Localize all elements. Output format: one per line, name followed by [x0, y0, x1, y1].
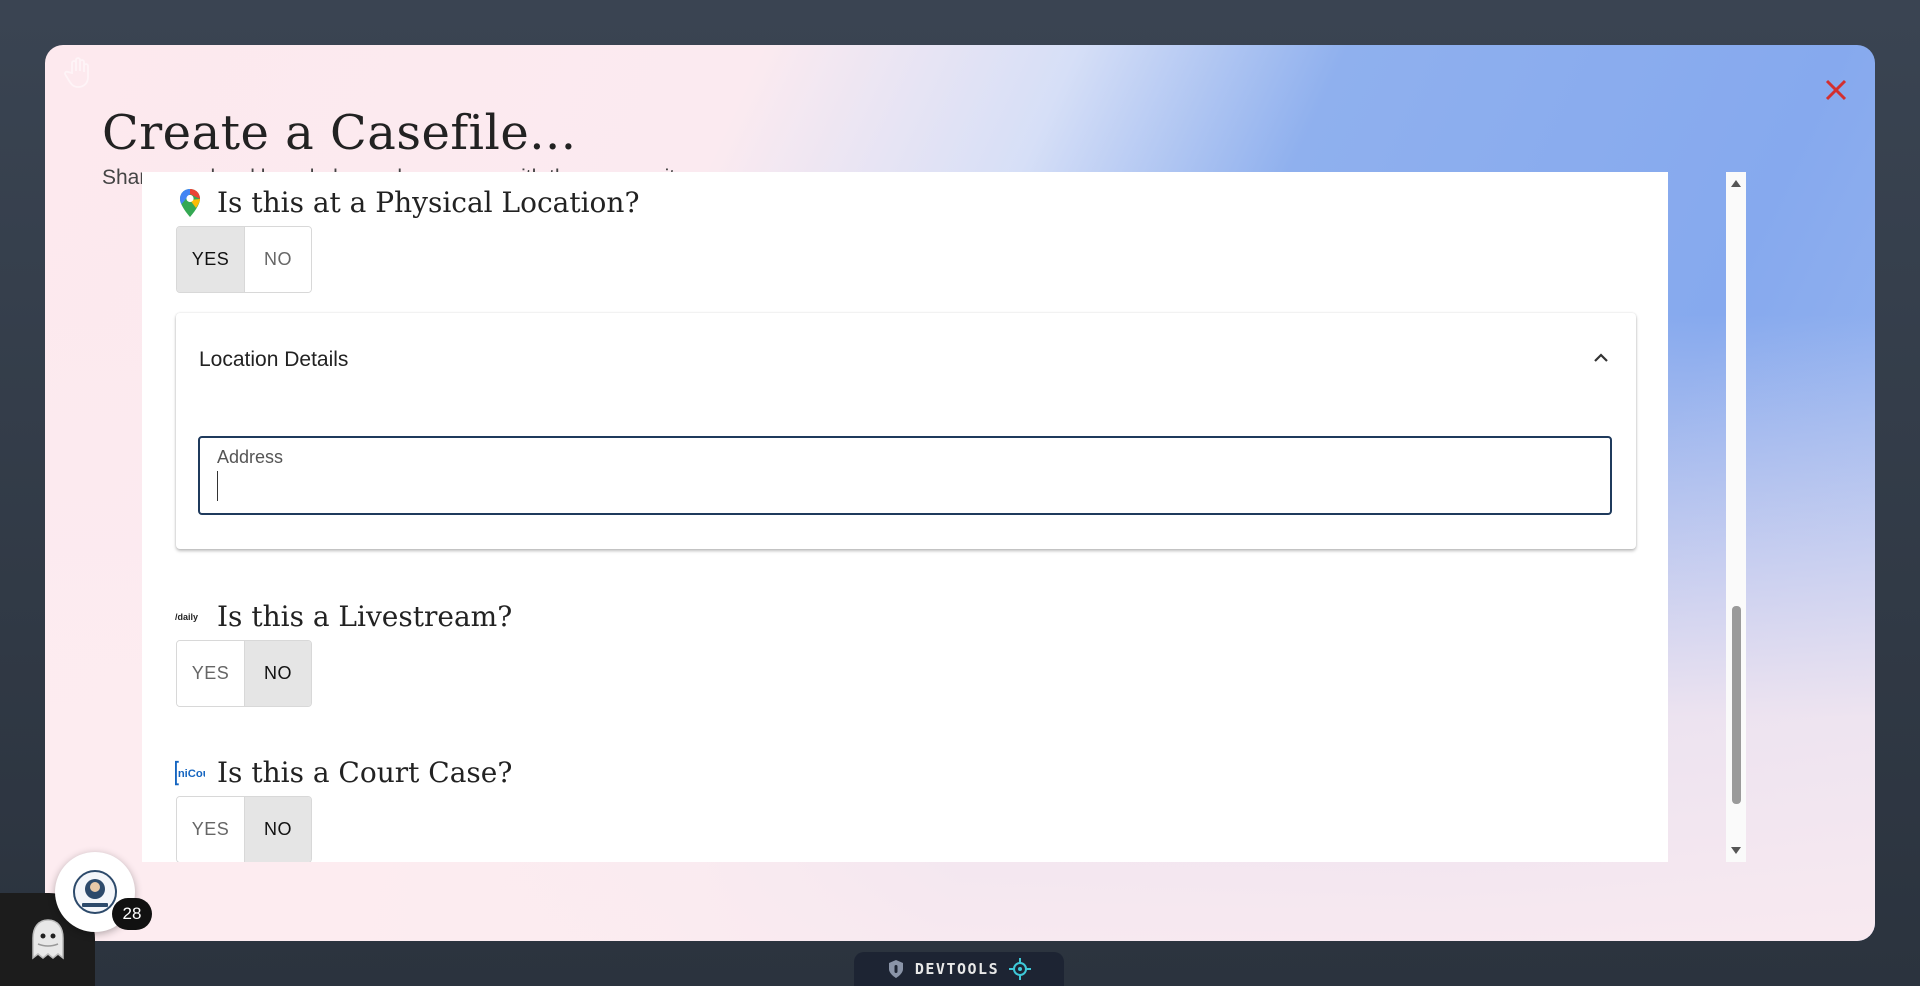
unicourt-logo-icon: niCou — [175, 758, 205, 788]
ghost-icon — [31, 918, 64, 960]
daily-logo-icon: /daily — [175, 602, 205, 632]
crosshair-icon[interactable] — [1009, 958, 1032, 980]
devtools-label: DEVTOOLS — [914, 960, 1000, 978]
panel-scrollbar[interactable] — [1726, 172, 1746, 862]
yes-option[interactable]: YES — [177, 641, 244, 706]
shield-icon — [888, 960, 903, 978]
casefile-form-panel: Is this at a Physical Location? YES NO L… — [142, 172, 1668, 862]
svg-text:/daily: /daily — [175, 612, 198, 622]
no-option[interactable]: NO — [244, 797, 311, 862]
address-label: Address — [217, 447, 284, 467]
address-input[interactable] — [217, 471, 1587, 501]
question-livestream: /daily Is this a Livestream? — [175, 600, 512, 633]
address-field[interactable]: Address — [198, 436, 1612, 515]
location-details-title: Location Details — [199, 348, 349, 371]
no-option[interactable]: NO — [244, 227, 311, 292]
court-case-toggle: YES NO — [176, 796, 312, 862]
scroll-up-arrow-icon[interactable] — [1731, 180, 1741, 187]
yes-option[interactable]: YES — [177, 227, 244, 292]
modal-title: Create a Casefile... — [102, 105, 577, 161]
svg-text:niCou: niCou — [178, 767, 205, 779]
question-court-case: niCou Is this a Court Case? — [175, 756, 512, 789]
close-icon[interactable] — [1823, 77, 1849, 103]
devtools-bar[interactable]: DEVTOOLS — [854, 952, 1064, 986]
no-option[interactable]: NO — [244, 641, 311, 706]
chevron-up-icon[interactable] — [1592, 349, 1610, 367]
question-label: Is this a Court Case? — [217, 756, 513, 789]
scroll-thumb[interactable] — [1732, 606, 1741, 804]
question-label: Is this a Livestream? — [217, 600, 513, 633]
laymans-logo-icon — [73, 870, 117, 914]
livestream-toggle: YES NO — [176, 640, 312, 707]
location-details-card: Location Details Address — [176, 313, 1636, 549]
yes-option[interactable]: YES — [177, 797, 244, 862]
physical-location-toggle: YES NO — [176, 226, 312, 293]
notification-badge: 28 — [112, 898, 152, 930]
question-physical-location: Is this at a Physical Location? — [175, 186, 639, 219]
google-maps-pin-icon — [175, 188, 205, 218]
question-label: Is this at a Physical Location? — [217, 186, 640, 219]
hand-icon — [64, 57, 89, 88]
scroll-down-arrow-icon[interactable] — [1731, 847, 1741, 854]
